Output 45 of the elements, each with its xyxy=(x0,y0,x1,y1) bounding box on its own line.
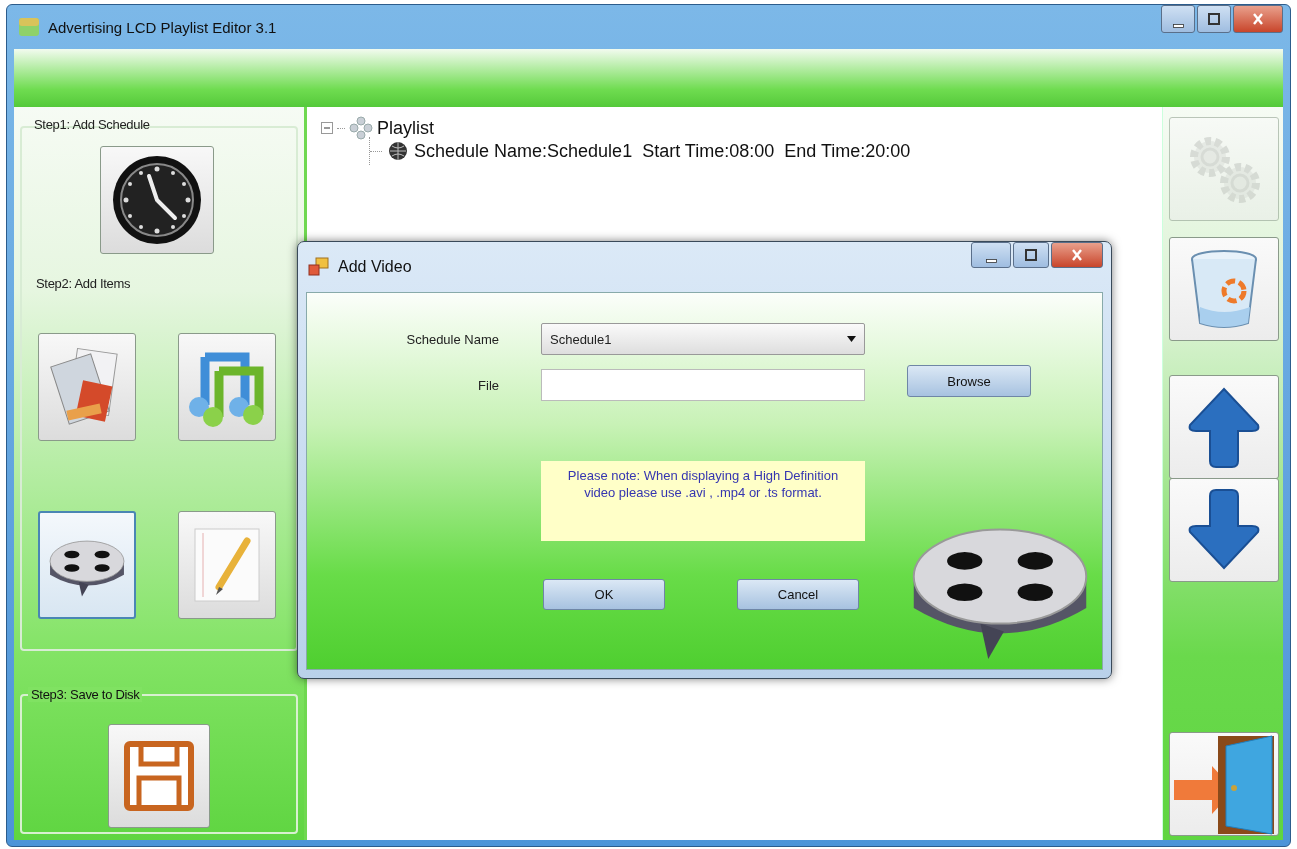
collapse-icon[interactable] xyxy=(321,122,333,134)
maximize-icon xyxy=(1024,249,1038,261)
exit-button[interactable] xyxy=(1169,732,1279,836)
step-label: Step1: Add Schedule xyxy=(33,117,151,132)
window-icon xyxy=(308,257,330,277)
up-arrow-icon xyxy=(1186,385,1262,469)
cancel-button[interactable]: Cancel xyxy=(737,579,859,610)
dialog-title: Add Video xyxy=(338,258,412,276)
add-video-button[interactable] xyxy=(38,511,136,619)
minimize-icon xyxy=(1172,24,1184,28)
playlist-icon xyxy=(349,116,373,140)
move-down-button[interactable] xyxy=(1169,478,1279,582)
schedule-name-dropdown[interactable]: Schedule1 xyxy=(541,323,865,355)
dropdown-arrow-icon xyxy=(847,336,856,342)
ok-button[interactable]: OK xyxy=(543,579,665,610)
field-label: Schedule Name xyxy=(405,331,499,347)
minimize-button[interactable] xyxy=(1161,5,1195,33)
globe-icon xyxy=(388,141,408,161)
add-text-button[interactable] xyxy=(178,511,276,619)
tree-item[interactable]: Playlist xyxy=(377,117,434,139)
step-label: Step3: Save to Disk xyxy=(28,687,143,702)
tree-item[interactable]: Schedule Name:Schedule1 Start Time:08:00 End Time:20:00 xyxy=(414,140,911,162)
add-schedule-button[interactable] xyxy=(100,146,214,254)
down-arrow-icon xyxy=(1186,488,1262,572)
delete-button[interactable] xyxy=(1169,237,1279,341)
close-button[interactable] xyxy=(1233,5,1283,33)
maximize-icon xyxy=(1207,13,1221,25)
close-icon xyxy=(1070,249,1084,261)
close-button[interactable] xyxy=(1051,242,1103,268)
maximize-button[interactable] xyxy=(1197,5,1231,33)
minimize-icon xyxy=(985,259,997,263)
minimize-button[interactable] xyxy=(971,242,1011,268)
app-icon xyxy=(18,16,40,38)
window-title: Advertising LCD Playlist Editor 3.1 xyxy=(48,18,277,36)
browse-button[interactable]: Browse xyxy=(907,365,1031,397)
move-up-button[interactable] xyxy=(1169,375,1279,479)
add-picture-button[interactable] xyxy=(38,333,136,441)
save-to-disk-button[interactable] xyxy=(108,724,210,828)
add-music-button[interactable] xyxy=(178,333,276,441)
close-icon xyxy=(1251,13,1265,25)
field-label: File xyxy=(477,377,499,393)
file-input-field[interactable] xyxy=(541,369,865,401)
step-label: Step2: Add Items xyxy=(36,276,132,291)
note-text: Please note: When displaying a High Definition video please use .avi , .mp4 or .ts format. xyxy=(541,461,865,541)
maximize-button[interactable] xyxy=(1013,242,1049,268)
